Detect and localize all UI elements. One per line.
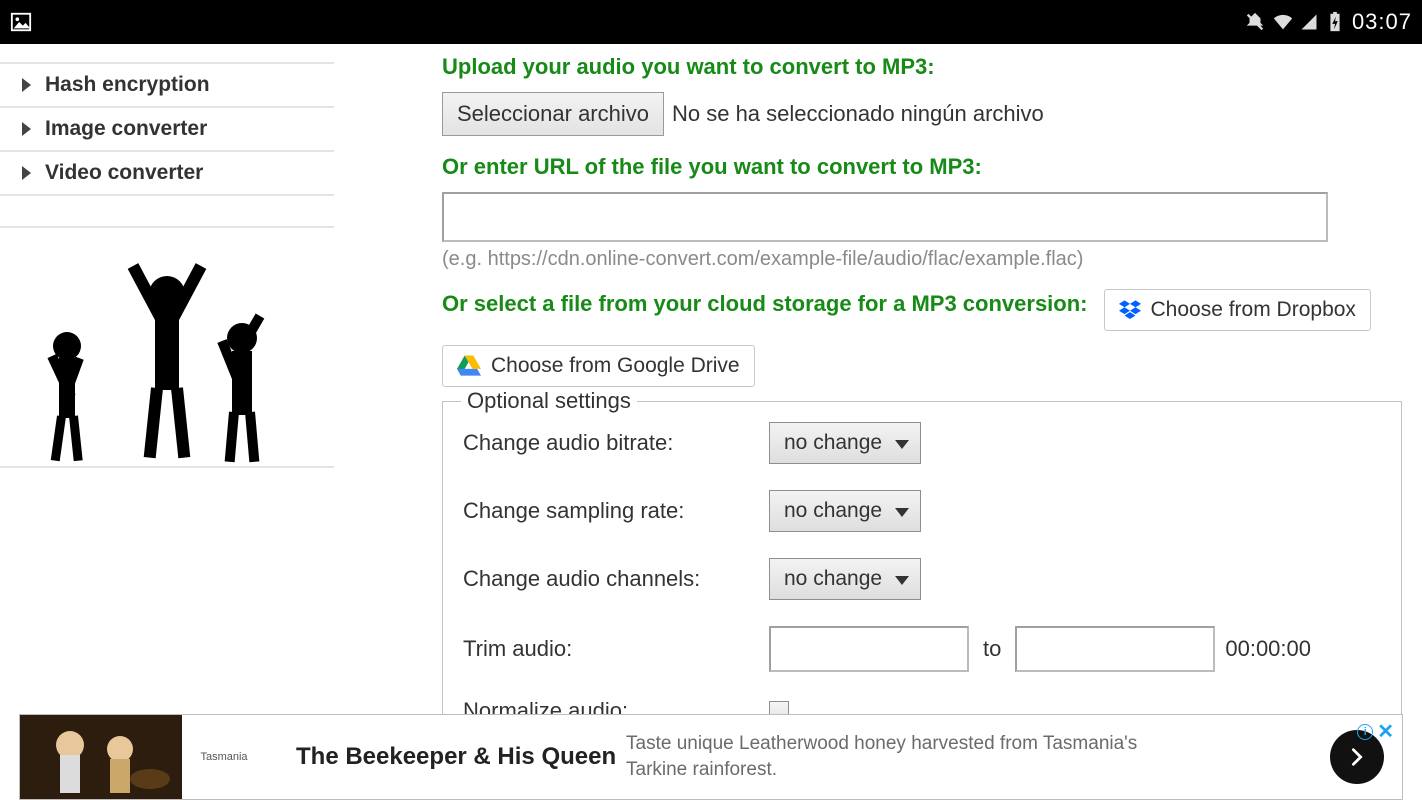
battery-charging-icon	[1324, 11, 1346, 33]
chevron-right-icon	[22, 78, 31, 92]
choose-gdrive-button[interactable]: Choose from Google Drive	[442, 345, 755, 387]
sidebar-item-image-converter[interactable]: Image converter	[0, 108, 334, 152]
choose-dropbox-button[interactable]: Choose from Dropbox	[1104, 289, 1371, 331]
ad-thumbnail	[20, 715, 182, 799]
dropbox-button-label: Choose from Dropbox	[1151, 298, 1356, 322]
sidebar-item-label: Video converter	[45, 161, 203, 185]
ad-title: The Beekeeper & His Queen	[296, 743, 626, 771]
url-input[interactable]	[442, 192, 1328, 242]
wifi-icon	[1272, 11, 1294, 33]
trim-to-label: to	[983, 636, 1001, 662]
sidebar-decorative-image	[0, 228, 334, 468]
audio-channels-select[interactable]: no change	[769, 558, 921, 600]
status-clock: 03:07	[1352, 9, 1412, 35]
url-heading: Or enter URL of the file you want to con…	[442, 154, 1402, 180]
ad-description: Taste unique Leatherwood honey harvested…	[626, 731, 1166, 782]
trim-from-input[interactable]	[769, 626, 969, 672]
file-chosen-status: No se ha seleccionado ningún archivo	[672, 101, 1044, 127]
google-drive-icon	[457, 355, 481, 377]
bitrate-label: Change audio bitrate:	[463, 430, 769, 456]
cloud-heading: Or select a file from your cloud storage…	[442, 291, 1088, 317]
sidebar-item-label: Image converter	[45, 117, 207, 141]
chevron-right-icon	[22, 46, 31, 60]
sampling-label: Change sampling rate:	[463, 498, 769, 524]
dropbox-icon	[1119, 299, 1141, 321]
sidebar-item-label: Ebook converter	[45, 44, 211, 60]
chevron-right-icon	[22, 166, 31, 180]
normalize-checkbox[interactable]	[769, 701, 789, 714]
sidebar-item-hash-encryption[interactable]: Hash encryption	[0, 64, 334, 108]
gdrive-button-label: Choose from Google Drive	[491, 354, 740, 378]
picture-icon	[10, 11, 32, 33]
bitrate-select[interactable]: no change	[769, 422, 921, 464]
optional-settings-fieldset: Optional settings Change audio bitrate: …	[442, 401, 1402, 714]
normalize-label: Normalize audio:	[463, 698, 769, 714]
ad-banner[interactable]: Tasmania The Beekeeper & His Queen Taste…	[19, 714, 1403, 800]
trim-to-input[interactable]	[1015, 626, 1215, 672]
ad-close-button[interactable]: ✕	[1375, 719, 1396, 744]
trim-duration: 00:00:00	[1225, 636, 1311, 662]
sidebar-item-label: Hash encryption	[45, 73, 210, 97]
trim-label: Trim audio:	[463, 636, 769, 662]
vibrate-icon	[1244, 11, 1266, 33]
url-example-text: (e.g. https://cdn.online-convert.com/exa…	[442, 248, 1402, 271]
main-content: Upload your audio you want to convert to…	[334, 44, 1422, 714]
channels-label: Change audio channels:	[463, 566, 769, 592]
sampling-rate-select[interactable]: no change	[769, 490, 921, 532]
optional-settings-legend: Optional settings	[461, 388, 637, 414]
status-bar: 03:07	[0, 0, 1422, 44]
sidebar-item-ebook-converter[interactable]: Ebook converter	[0, 44, 334, 64]
ad-tag: Tasmania	[182, 751, 266, 763]
choose-file-button[interactable]: Seleccionar archivo	[442, 92, 664, 136]
sidebar-item-video-converter[interactable]: Video converter	[0, 152, 334, 196]
cell-signal-icon	[1300, 11, 1318, 33]
ad-info-button[interactable]: i	[1357, 724, 1373, 740]
chevron-right-icon	[1346, 746, 1368, 768]
upload-heading: Upload your audio you want to convert to…	[442, 54, 1402, 80]
sidebar: Ebook converter Hash encryption Image co…	[0, 44, 334, 714]
chevron-right-icon	[22, 122, 31, 136]
